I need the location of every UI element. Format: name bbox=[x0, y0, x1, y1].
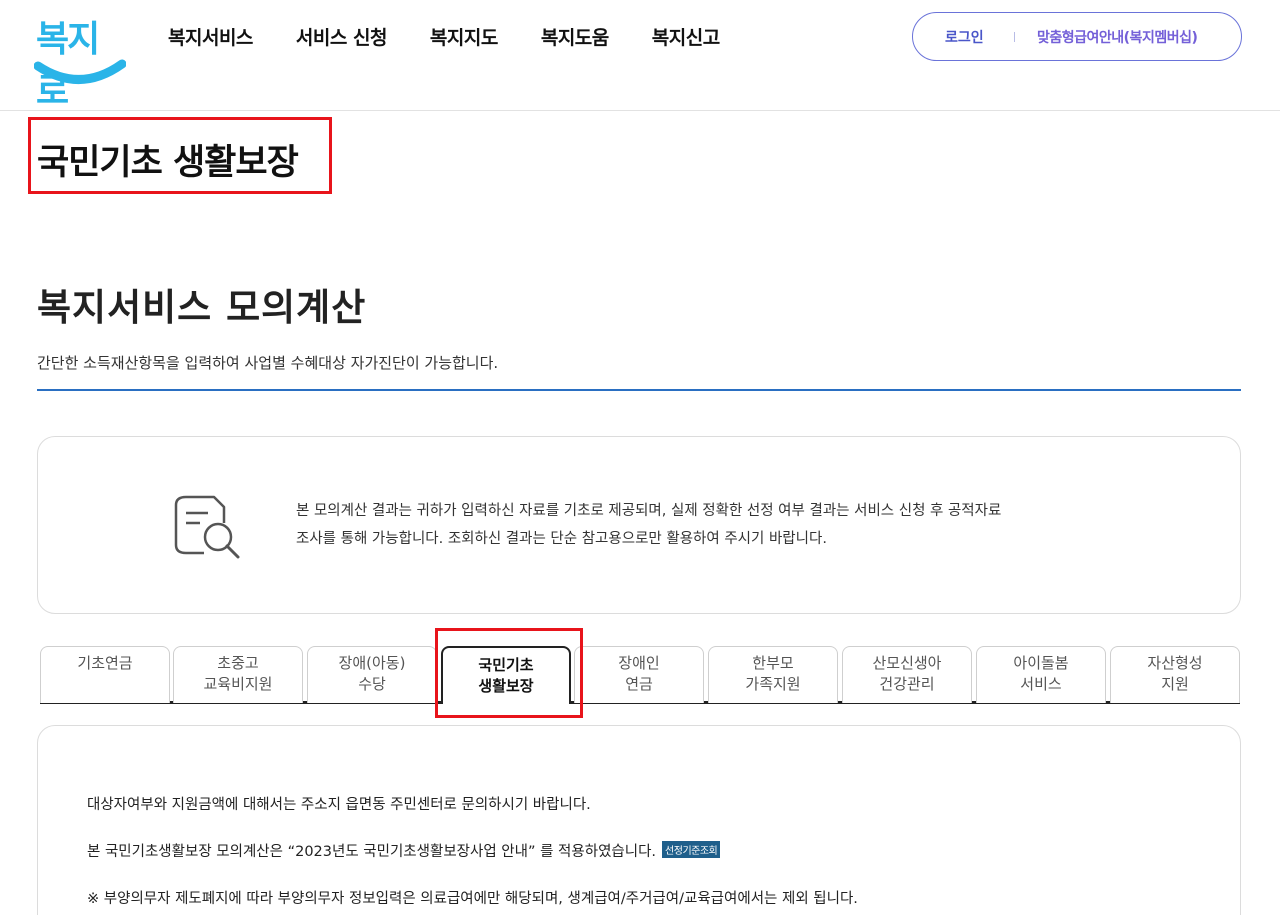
content-line-2: 본 국민기초생활보장 모의계산은 “2023년도 국민기초생활보장사업 안내” … bbox=[87, 840, 721, 861]
tab-single-parent[interactable]: 한부모 가족지원 bbox=[708, 646, 838, 703]
tab-label-line2: 수당 bbox=[358, 675, 386, 693]
tab-label-line2: 서비스 bbox=[1020, 675, 1062, 693]
active-tab-highlight bbox=[435, 628, 583, 718]
document-search-icon bbox=[174, 495, 240, 559]
tab-label-line1: 한부모 bbox=[752, 654, 794, 672]
util-divider bbox=[1014, 32, 1015, 42]
tab-label-line1: 아이돌봄 bbox=[1013, 654, 1069, 672]
nav-welfare-map[interactable]: 복지지도 bbox=[430, 22, 498, 54]
tab-label-line2: 연금 bbox=[625, 675, 653, 693]
main-nav: 복지서비스 서비스 신청 복지지도 복지도움 복지신고 bbox=[168, 22, 763, 54]
tab-label-line2: 가족지원 bbox=[745, 675, 801, 693]
tab-label-line2: 건강관리 bbox=[879, 675, 935, 693]
nav-welfare-help[interactable]: 복지도움 bbox=[541, 22, 609, 54]
site-header: 복지로 복지서비스 서비스 신청 복지지도 복지도움 복지신고 로그인 맞춤형급… bbox=[0, 0, 1280, 112]
tab-label-line2: 교육비지원 bbox=[203, 675, 273, 693]
notice-line-2: 조사를 통해 가능합니다. 조회하신 결과는 단순 참고용으로만 활용하여 주시… bbox=[296, 531, 827, 547]
notice-text: 본 모의계산 결과는 귀하가 입력하신 자료를 기초로 제공되며, 실제 정확한… bbox=[296, 497, 1096, 553]
tab-label-line1: 초중고 bbox=[217, 654, 259, 672]
logo-smile-icon bbox=[34, 59, 126, 84]
tab-basic-pension[interactable]: 기초연금 bbox=[40, 646, 170, 703]
tab-maternal-care[interactable]: 산모신생아 건강관리 bbox=[842, 646, 972, 703]
tab-label-line1: 산모신생아 bbox=[872, 654, 942, 672]
membership-link[interactable]: 맞춤형급여안내(복지멤버십) bbox=[1037, 27, 1198, 47]
tab-disability-allowance[interactable]: 장애(아동) 수당 bbox=[307, 646, 437, 703]
nav-welfare-service[interactable]: 복지서비스 bbox=[168, 22, 253, 54]
content-line-1: 대상자여부와 지원금액에 대해서는 주소지 읍면동 주민센터로 문의하시기 바랍… bbox=[87, 797, 591, 813]
nav-service-apply[interactable]: 서비스 신청 bbox=[296, 22, 388, 54]
tab-label-line1: 장애인 bbox=[618, 654, 660, 672]
tab-label-line1: 자산형성 bbox=[1147, 654, 1203, 672]
tab-label-line2: 지원 bbox=[1161, 675, 1189, 693]
tab-asset-building[interactable]: 자산형성 지원 bbox=[1110, 646, 1240, 703]
section-divider bbox=[37, 389, 1241, 391]
calculator-tabs: 기초연금 초중고 교육비지원 장애(아동) 수당 국민기초 생활보장 장애인 연… bbox=[40, 646, 1240, 707]
content-line-2-text: 본 국민기초생활보장 모의계산은 “2023년도 국민기초생활보장사업 안내” … bbox=[87, 844, 657, 860]
content-line-3: ※ 부양의무자 제도폐지에 따라 부양의무자 정보입력은 의료급여에만 해당되며… bbox=[87, 891, 858, 907]
tab-disability-pension[interactable]: 장애인 연금 bbox=[574, 646, 704, 703]
content-box: 대상자여부와 지원금액에 대해서는 주소지 읍면동 주민센터로 문의하시기 바랍… bbox=[37, 725, 1241, 915]
page-title: 국민기초 생활보장 bbox=[37, 143, 299, 183]
section-description: 간단한 소득재산항목을 입력하여 사업별 수혜대상 자가진단이 가능합니다. bbox=[37, 354, 499, 372]
nav-welfare-report[interactable]: 복지신고 bbox=[652, 22, 720, 54]
tab-education-support[interactable]: 초중고 교육비지원 bbox=[173, 646, 303, 703]
user-utility-box: 로그인 맞춤형급여안내(복지멤버십) bbox=[912, 12, 1242, 61]
tab-childcare-service[interactable]: 아이돌봄 서비스 bbox=[976, 646, 1106, 703]
notice-box: 본 모의계산 결과는 귀하가 입력하신 자료를 기초로 제공되며, 실제 정확한… bbox=[37, 436, 1241, 614]
criteria-lookup-button[interactable]: 선정기준조회 bbox=[662, 841, 721, 858]
tab-label-line1: 기초연금 bbox=[77, 654, 133, 672]
bokjiro-logo[interactable]: 복지로 bbox=[34, 10, 126, 112]
notice-line-1: 본 모의계산 결과는 귀하가 입력하신 자료를 기초로 제공되며, 실제 정확한… bbox=[296, 503, 1002, 519]
section-title: 복지서비스 모의계산 bbox=[37, 286, 367, 329]
tab-label-line1: 장애(아동) bbox=[338, 654, 406, 672]
login-link[interactable]: 로그인 bbox=[945, 27, 984, 47]
